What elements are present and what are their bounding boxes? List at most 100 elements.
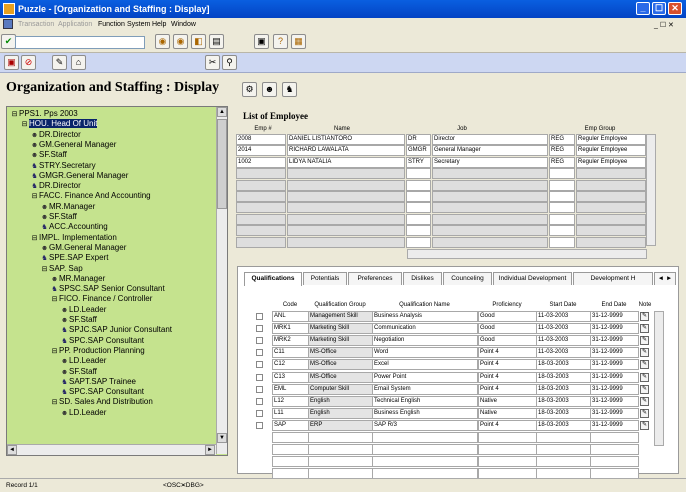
menu-system[interactable]: System bbox=[127, 21, 150, 28]
qual-end-cell[interactable]: 31-12-9999 bbox=[590, 371, 639, 383]
note-icon[interactable]: ✎ bbox=[640, 384, 649, 394]
tree-node[interactable]: ☻SF.Staff bbox=[30, 150, 67, 160]
note-icon[interactable]: ✎ bbox=[640, 372, 649, 382]
command-input[interactable] bbox=[15, 36, 145, 49]
tree-node[interactable]: ♞SPE.SAP Expert bbox=[40, 253, 108, 263]
note-icon[interactable]: ✎ bbox=[640, 360, 649, 370]
cancel-icon[interactable]: ◧ bbox=[191, 34, 206, 49]
tree-node[interactable]: ⊟ SD. Sales And Distribution bbox=[50, 397, 153, 407]
note-icon[interactable]: ✎ bbox=[640, 396, 649, 406]
tree-node[interactable]: ♞SAPT.SAP Trainee bbox=[60, 377, 136, 387]
qual-group-cell[interactable]: Marketing Skill bbox=[308, 335, 373, 347]
row-checkbox[interactable] bbox=[256, 361, 263, 369]
emp-number-cell[interactable]: 2014 bbox=[236, 145, 286, 157]
menu-help[interactable]: Help bbox=[152, 21, 166, 28]
tree-node[interactable]: ☻SF.Staff bbox=[40, 212, 77, 222]
tree-vertical-scrollbar[interactable]: ▲ ▼ bbox=[216, 107, 227, 454]
qual-prof-cell[interactable]: Good bbox=[478, 335, 537, 347]
collapse-icon[interactable]: ⊟ bbox=[30, 234, 39, 243]
qual-vertical-scrollbar[interactable] bbox=[654, 311, 664, 446]
qual-code-cell[interactable]: EML bbox=[272, 383, 309, 395]
person-icon[interactable]: ☻ bbox=[262, 82, 277, 97]
qual-group-cell[interactable]: MS-Office bbox=[308, 371, 373, 383]
qual-end-cell[interactable]: 31-12-9999 bbox=[590, 407, 639, 419]
qual-name-cell[interactable]: Technical English bbox=[372, 395, 478, 407]
group-code-cell[interactable]: REG bbox=[549, 156, 575, 168]
tree-node[interactable]: ☻SF.Staff bbox=[60, 367, 97, 377]
group-code-cell[interactable]: REG bbox=[549, 134, 575, 145]
collapse-icon[interactable]: ⊟ bbox=[40, 265, 49, 274]
job-code-cell[interactable]: DR bbox=[406, 134, 431, 145]
qual-prof-cell[interactable]: Native bbox=[478, 407, 537, 419]
qual-name-cell[interactable]: Word bbox=[372, 347, 478, 359]
tree-node[interactable]: ⊟ PP. Production Planning bbox=[50, 346, 145, 356]
tree-node[interactable]: ☻GM.General Manager bbox=[30, 140, 117, 150]
tab-counceling[interactable]: Counceling bbox=[443, 272, 492, 285]
tree-node[interactable]: ☻MR.Manager bbox=[40, 202, 95, 212]
deselect-icon[interactable]: ⌂ bbox=[71, 55, 86, 70]
tree-node[interactable]: ♞DR.Director bbox=[30, 181, 80, 191]
note-icon[interactable]: ✎ bbox=[640, 420, 649, 430]
maximize-button[interactable]: ☐ bbox=[652, 2, 666, 15]
job-cell[interactable]: Secretary bbox=[432, 156, 548, 168]
save-icon[interactable]: ▣ bbox=[4, 55, 19, 70]
tree-node[interactable]: ☻MR.Manager bbox=[50, 274, 105, 284]
note-icon[interactable]: ✎ bbox=[640, 348, 649, 358]
tree-node[interactable]: ♞STRY.Secretary bbox=[30, 161, 95, 171]
qual-end-cell[interactable]: 31-12-9999 bbox=[590, 347, 639, 359]
qual-code-cell[interactable]: C12 bbox=[272, 359, 309, 371]
qual-prof-cell[interactable]: Point 4 bbox=[478, 347, 537, 359]
tab-potentials[interactable]: Potentials bbox=[303, 272, 347, 285]
row-checkbox[interactable] bbox=[256, 409, 263, 417]
exit-icon[interactable]: ◉ bbox=[173, 34, 188, 49]
group-cell[interactable]: Reguler Employee bbox=[576, 156, 646, 168]
tree-node[interactable]: ⊟ IMPL. Implementation bbox=[30, 233, 117, 243]
qual-group-cell[interactable]: ERP bbox=[308, 419, 373, 431]
tree-node[interactable]: ⊟ HOU. Head Of Unit bbox=[20, 119, 98, 129]
collapse-icon[interactable]: ⊟ bbox=[10, 110, 19, 119]
qual-end-cell[interactable]: 31-12-9999 bbox=[590, 395, 639, 407]
qual-start-cell[interactable]: 11-03-2003 bbox=[536, 335, 591, 347]
qual-name-cell[interactable]: Excel bbox=[372, 359, 478, 371]
row-checkbox[interactable] bbox=[256, 421, 263, 429]
qual-end-cell[interactable]: 31-12-9999 bbox=[590, 323, 639, 335]
qual-name-cell[interactable]: Business Analysis bbox=[372, 311, 478, 322]
group-cell[interactable]: Reguler Employee bbox=[576, 134, 646, 145]
collapse-icon[interactable]: ⊟ bbox=[50, 347, 59, 356]
name-cell[interactable]: DANIEL LISTIANTORO bbox=[287, 134, 405, 145]
menu-icon[interactable] bbox=[3, 19, 13, 29]
qual-code-cell[interactable]: C13 bbox=[272, 371, 309, 383]
tab-dislikes[interactable]: Dislikes bbox=[403, 272, 442, 285]
qual-name-cell[interactable]: Negotiation bbox=[372, 335, 478, 347]
scroll-down-button[interactable]: ▼ bbox=[217, 433, 227, 443]
select-icon[interactable]: ✎ bbox=[52, 55, 67, 70]
tree-node[interactable]: ⊟ FACC. Finance And Accounting bbox=[30, 191, 151, 201]
emp-number-cell[interactable]: 2008 bbox=[236, 134, 286, 145]
row-checkbox[interactable] bbox=[256, 325, 263, 333]
row-checkbox[interactable] bbox=[256, 397, 263, 405]
row-checkbox[interactable] bbox=[256, 349, 263, 357]
employee-horizontal-scrollbar[interactable] bbox=[407, 249, 647, 259]
tree-node[interactable]: ♞SPSC.SAP Senior Consultant bbox=[50, 284, 164, 294]
scroll-right-button[interactable]: ► bbox=[205, 445, 215, 455]
menu-function[interactable]: Function bbox=[98, 21, 125, 28]
stop-icon[interactable]: ⊘ bbox=[21, 55, 36, 70]
qual-prof-cell[interactable]: Point 4 bbox=[478, 419, 537, 431]
tree-node[interactable]: ⊟ PPS1. Pps 2003 bbox=[10, 109, 78, 119]
qual-start-cell[interactable]: 18-03-2003 bbox=[536, 395, 591, 407]
find-icon[interactable]: ⚲ bbox=[222, 55, 237, 70]
collapse-icon[interactable]: ⊟ bbox=[50, 295, 59, 304]
row-checkbox[interactable] bbox=[256, 313, 263, 320]
printer-icon[interactable]: ▣ bbox=[254, 34, 269, 49]
qual-name-cell[interactable]: Communication bbox=[372, 323, 478, 335]
qual-prof-cell[interactable]: Point 4 bbox=[478, 371, 537, 383]
scroll-left-button[interactable]: ◄ bbox=[7, 445, 17, 455]
qual-group-cell[interactable]: Marketing Skill bbox=[308, 323, 373, 335]
job-code-cell[interactable]: GMGR bbox=[406, 145, 431, 157]
qual-name-cell[interactable]: SAP R/3 bbox=[372, 419, 478, 431]
row-checkbox[interactable] bbox=[256, 373, 263, 381]
qual-end-cell[interactable]: 31-12-9999 bbox=[590, 335, 639, 347]
qual-prof-cell[interactable]: Good bbox=[478, 311, 537, 322]
qual-end-cell[interactable]: 31-12-9999 bbox=[590, 359, 639, 371]
employee-vertical-scrollbar[interactable] bbox=[646, 134, 656, 246]
